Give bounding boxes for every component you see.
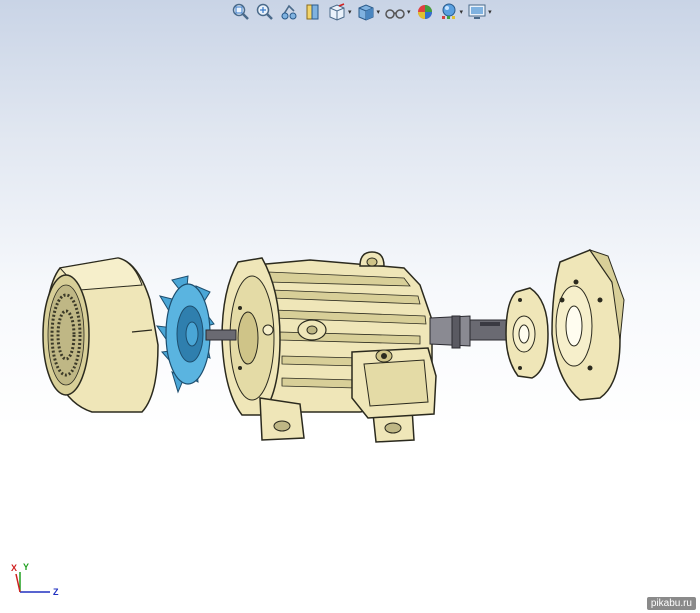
hide-show-items-button[interactable]: ▾: [383, 1, 412, 23]
apply-scene-button[interactable]: ▾: [438, 1, 465, 23]
fan-cover[interactable]: [42, 257, 159, 413]
triad-z-label: Z: [53, 587, 59, 597]
view-settings-button[interactable]: ▾: [466, 1, 493, 23]
triad-y-label: Y: [23, 562, 29, 572]
display-style-button[interactable]: ▾: [355, 1, 382, 23]
heads-up-view-toolbar: ▾ ▾ ▾ ▾ ▾: [230, 1, 493, 23]
view-orientation-icon: [329, 3, 345, 21]
zoom-to-area-button[interactable]: [254, 1, 276, 23]
chevron-down-icon: ▾: [459, 7, 464, 16]
apply-scene-icon: [441, 3, 456, 19]
terminal-box[interactable]: [351, 347, 437, 419]
watermark: pikabu.ru: [646, 597, 696, 610]
edit-appearance-icon: [417, 5, 432, 19]
small-flange[interactable]: [505, 287, 549, 379]
chevron-down-icon: ▾: [407, 7, 411, 16]
cooling-fan[interactable]: [155, 275, 215, 394]
large-flange[interactable]: [551, 249, 625, 401]
hide-show-items-icon: [385, 9, 405, 19]
graphics-viewport[interactable]: [0, 24, 700, 584]
triad-x-label: X: [11, 563, 17, 573]
view-orientation-button[interactable]: ▾: [326, 1, 353, 23]
previous-view-icon: [281, 4, 297, 20]
view-settings-icon: [468, 4, 486, 19]
zoom-to-fit-button[interactable]: [230, 1, 252, 23]
zoom-to-area-icon: [256, 3, 273, 20]
display-style-icon: [358, 4, 374, 21]
exploded-motor-assembly: [42, 249, 625, 443]
section-view-button[interactable]: [302, 1, 324, 23]
zoom-to-fit-icon: [232, 3, 249, 20]
edit-appearance-button[interactable]: [414, 1, 436, 23]
section-view-icon: [306, 4, 319, 20]
previous-view-button[interactable]: [278, 1, 300, 23]
reference-triad: X Y Z: [11, 562, 59, 597]
chevron-down-icon: ▾: [376, 7, 381, 16]
chevron-down-icon: ▾: [488, 7, 492, 16]
chevron-down-icon: ▾: [348, 7, 352, 16]
